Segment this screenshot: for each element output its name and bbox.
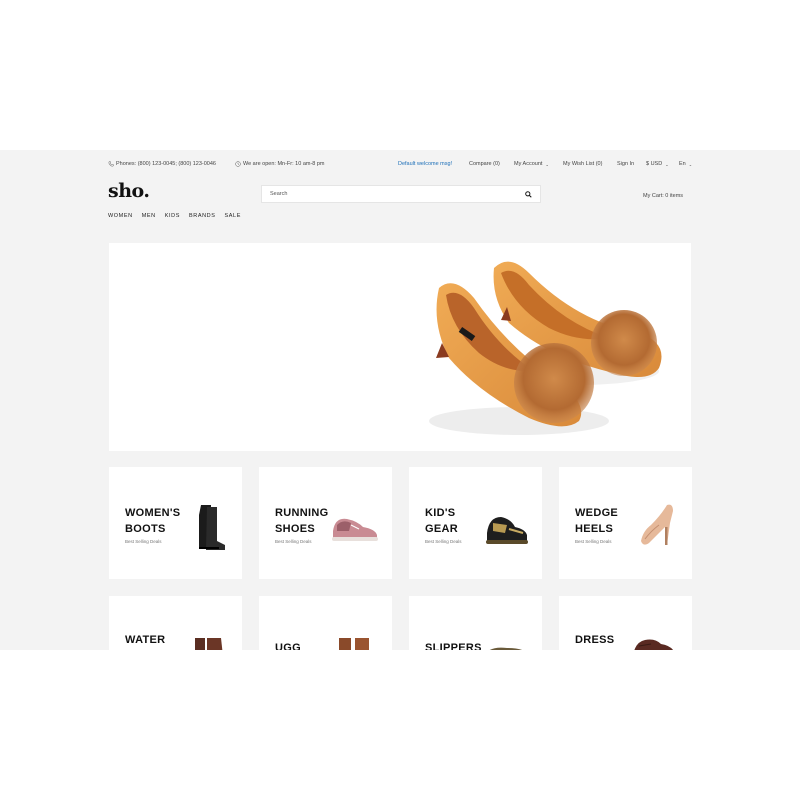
category-subtitle: Best Selling Deals bbox=[425, 539, 462, 544]
nav-item-kids[interactable]: KIDS bbox=[165, 213, 180, 219]
category-title: RUNNING SHOES bbox=[275, 505, 328, 537]
category-title: SLIPPERS bbox=[425, 640, 482, 650]
mini-cart[interactable]: My Cart: 0 items bbox=[643, 193, 683, 199]
welcome-message: Default welcome msg! bbox=[398, 161, 453, 167]
category-title-line2: SHOES bbox=[275, 523, 316, 535]
top-bar: Phones: (800) 123-0045; (800) 123-0046 W… bbox=[0, 150, 800, 178]
phones-info: Phones: (800) 123-0045; (800) 123-0046 bbox=[108, 161, 216, 167]
hero-banner[interactable] bbox=[109, 243, 691, 451]
boot-icon bbox=[339, 638, 369, 650]
my-account-label: My Account bbox=[514, 161, 543, 167]
category-subtitle: Best Selling Deals bbox=[275, 539, 312, 544]
category-title: UGG bbox=[275, 640, 301, 650]
category-title-line1: RUNNING bbox=[275, 507, 329, 519]
wish-list-link[interactable]: My Wish List (0) bbox=[563, 161, 602, 167]
category-subtitle: Best Selling Deals bbox=[575, 539, 612, 544]
category-card-slippers[interactable]: SLIPPERS bbox=[409, 596, 542, 650]
category-title-line1: WATER bbox=[125, 634, 166, 646]
phone-icon bbox=[108, 161, 114, 167]
slipper-icon bbox=[489, 647, 523, 650]
my-account-dropdown[interactable]: My Account ⌄ bbox=[514, 161, 549, 167]
hero-shoes-image bbox=[429, 261, 662, 435]
chevron-down-icon: ⌄ bbox=[665, 161, 669, 167]
store-page: Phones: (800) 123-0045; (800) 123-0046 W… bbox=[0, 150, 800, 650]
search-icon[interactable] bbox=[524, 190, 532, 198]
chevron-down-icon: ⌄ bbox=[545, 161, 549, 167]
currency-dropdown[interactable]: $ USD ⌄ bbox=[646, 161, 669, 167]
category-title: DRESS bbox=[575, 632, 614, 648]
hours-text: We are open: Mn-Fr: 10 am-8 pm bbox=[243, 161, 325, 167]
compare-link[interactable]: Compare (0) bbox=[469, 161, 500, 167]
phones-text: Phones: (800) 123-0045; (800) 123-0046 bbox=[116, 161, 216, 167]
category-title-line2: SLIPPERS bbox=[425, 642, 482, 650]
dress-shoe-icon bbox=[634, 639, 674, 650]
nav-item-sale[interactable]: SALE bbox=[225, 213, 241, 219]
clock-icon bbox=[235, 161, 241, 167]
search-input[interactable] bbox=[270, 191, 524, 197]
store-logo[interactable]: sho. bbox=[108, 180, 150, 202]
category-title-line2: UGG bbox=[275, 642, 301, 650]
sneaker-icon bbox=[332, 518, 378, 541]
category-title-line1: KID'S bbox=[425, 507, 456, 519]
category-title: WOMEN'S BOOTS bbox=[125, 505, 180, 537]
category-title-line2: BOOTS bbox=[125, 523, 166, 535]
nav-item-brands[interactable]: BRANDS bbox=[189, 213, 216, 219]
nav-item-women[interactable]: WOMEN bbox=[108, 213, 133, 219]
currency-label: $ USD bbox=[646, 161, 663, 167]
boot-icon bbox=[199, 505, 225, 550]
category-card-womens-boots[interactable]: WOMEN'S BOOTS Best Selling Deals bbox=[109, 467, 242, 579]
hours-info: We are open: Mn-Fr: 10 am-8 pm bbox=[235, 161, 325, 167]
category-card-water[interactable]: WATER bbox=[109, 596, 242, 650]
search-bar bbox=[261, 185, 541, 203]
category-title-line1: WEDGE bbox=[575, 507, 619, 519]
category-title-line2: HEELS bbox=[575, 523, 614, 535]
kids-sneaker-icon bbox=[486, 517, 528, 544]
category-card-wedge-heels[interactable]: WEDGE HEELS Best Selling Deals bbox=[559, 467, 692, 579]
main-nav: WOMEN MEN KIDS BRANDS SALE bbox=[108, 213, 241, 219]
category-card-running-shoes[interactable]: RUNNING SHOES Best Selling Deals bbox=[259, 467, 392, 579]
language-label: En bbox=[679, 161, 686, 167]
sign-in-link[interactable]: Sign In bbox=[617, 161, 634, 167]
category-card-ugg[interactable]: UGG bbox=[259, 596, 392, 650]
category-card-dress[interactable]: DRESS bbox=[559, 596, 692, 650]
boot-icon bbox=[195, 638, 223, 650]
nav-item-men[interactable]: MEN bbox=[142, 213, 156, 219]
category-title: WEDGE HEELS bbox=[575, 505, 618, 537]
category-subtitle: Best Selling Deals bbox=[125, 539, 162, 544]
category-title-line1: WOMEN'S bbox=[125, 507, 181, 519]
category-title: KID'S GEAR bbox=[425, 505, 458, 537]
category-title-line2: GEAR bbox=[425, 523, 458, 535]
heel-icon bbox=[641, 504, 673, 545]
language-dropdown[interactable]: En ⌄ bbox=[679, 161, 692, 167]
category-card-kids-gear[interactable]: KID'S GEAR Best Selling Deals bbox=[409, 467, 542, 579]
category-title-line1: DRESS bbox=[575, 634, 615, 646]
category-title: WATER bbox=[125, 632, 165, 648]
chevron-down-icon: ⌄ bbox=[688, 161, 693, 167]
